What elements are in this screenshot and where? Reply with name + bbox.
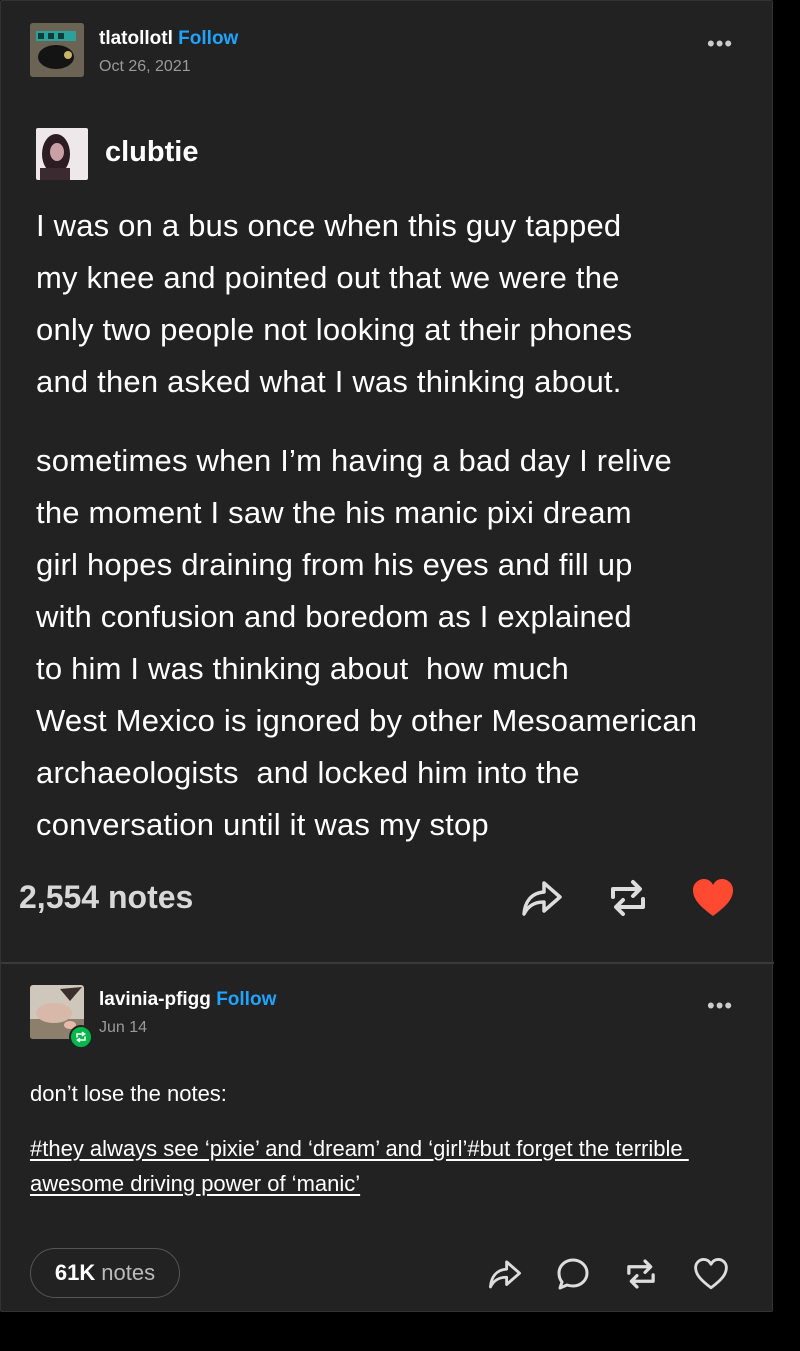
share-icon[interactable]	[520, 877, 564, 924]
tag-link[interactable]: #they always see ‘pixie’ and ‘dream’ and…	[30, 1131, 750, 1166]
text-line: only two people not looking at their pho…	[36, 312, 633, 347]
tag-link[interactable]: awesome driving power of ‘manic’	[30, 1166, 750, 1201]
text-line: to him I was thinking about how much	[36, 651, 569, 686]
text-line: my knee and pointed out that we were the	[36, 260, 620, 295]
username-text[interactable]: lavinia-pfigg	[99, 989, 211, 1010]
text-line: conversation until it was my stop	[36, 807, 489, 842]
reply-icon[interactable]	[556, 1257, 590, 1296]
text-line: and then asked what I was thinking about…	[36, 364, 622, 399]
paragraph-2: sometimes when I’m having a bad day I re…	[36, 435, 756, 851]
post-body-text: don’t lose the notes:	[30, 1081, 227, 1106]
text-line: archaeologists and locked him into the	[36, 755, 580, 790]
post-date[interactable]: Jun 14	[99, 1019, 147, 1037]
more-options-icon[interactable]: •••	[707, 993, 733, 1019]
text-line: sometimes when I’m having a bad day I re…	[36, 443, 672, 478]
notes-label: notes	[101, 1260, 156, 1285]
follow-button[interactable]: Follow	[178, 28, 238, 49]
more-options-icon[interactable]: •••	[707, 31, 733, 57]
reblog-icon[interactable]	[607, 877, 649, 924]
post-divider	[1, 962, 774, 964]
tags[interactable]: #they always see ‘pixie’ and ‘dream’ and…	[30, 1131, 750, 1201]
username-text[interactable]: tlatollotl	[99, 28, 173, 49]
follow-button[interactable]: Follow	[216, 989, 276, 1010]
text-line: I was on a bus once when this guy tapped	[36, 208, 622, 243]
post-username[interactable]: tlatollotl Follow	[99, 28, 238, 50]
text-line: West Mexico is ignored by other Mesoamer…	[36, 703, 698, 738]
notes-count[interactable]: 2,554 notes	[19, 879, 193, 916]
notes-button[interactable]: 61K notes	[30, 1248, 180, 1298]
reblog-badge-icon	[69, 1025, 93, 1049]
quoted-username[interactable]: clubtie	[105, 136, 198, 169]
post-date[interactable]: Oct 26, 2021	[99, 58, 191, 76]
avatar[interactable]	[30, 23, 84, 77]
quoted-user-avatar[interactable]	[36, 128, 88, 180]
dashboard-card: tlatollotl Follow Oct 26, 2021 ••• clubt…	[0, 0, 774, 1312]
quoted-avatar-image	[36, 128, 88, 180]
paragraph-1: I was on a bus once when this guy tapped…	[36, 200, 756, 408]
text-line: with confusion and boredom as I explaine…	[36, 599, 632, 634]
like-heart-icon[interactable]	[693, 1257, 729, 1296]
text-line: girl hopes draining from his eyes and fi…	[36, 547, 633, 582]
avatar-image	[30, 23, 84, 77]
like-heart-icon[interactable]	[691, 877, 735, 924]
reblog-icon[interactable]	[624, 1257, 658, 1296]
share-icon[interactable]	[487, 1257, 523, 1296]
post-username[interactable]: lavinia-pfigg Follow	[99, 989, 276, 1011]
notes-count: 61K	[54, 1260, 96, 1285]
text-line: the moment I saw the his manic pixi drea…	[36, 495, 632, 530]
